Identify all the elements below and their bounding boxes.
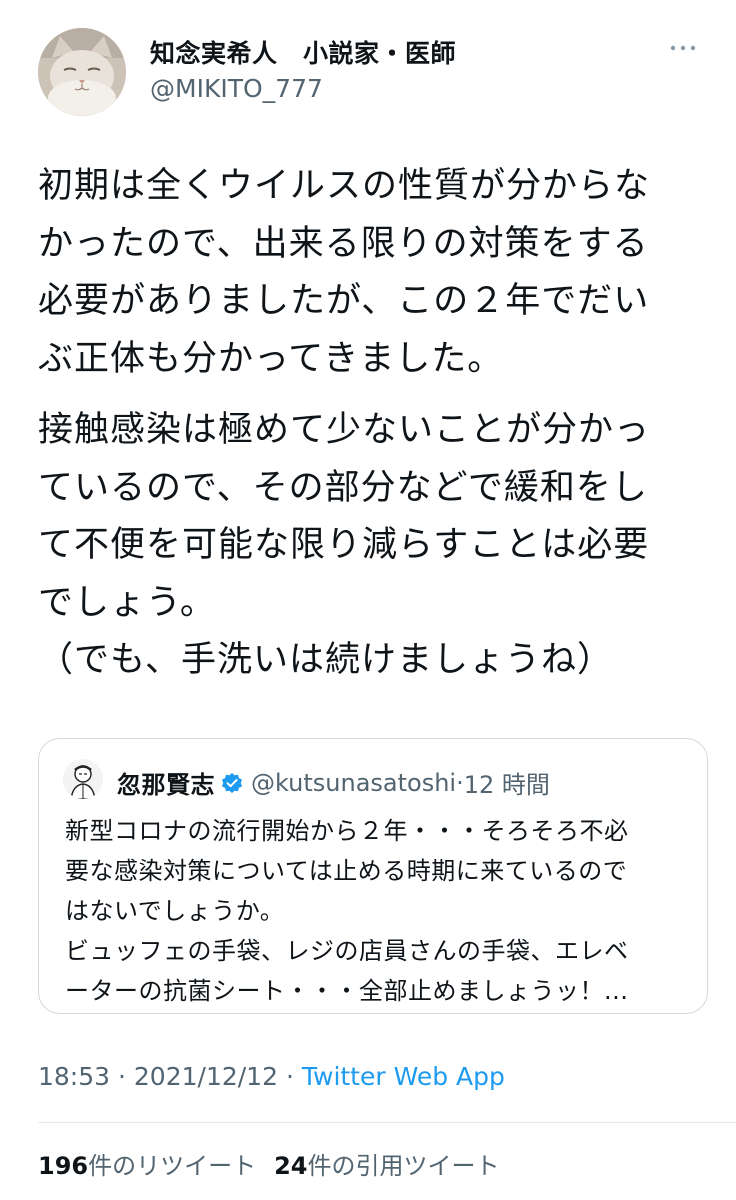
quoted-tweet[interactable]: 忽那賢志 @kutsunasatoshi · 12 時間 新型コロナの流行開始か…	[38, 738, 708, 1014]
author-handle[interactable]: @MIKITO_777	[150, 74, 323, 103]
quoted-separator: ·	[456, 768, 464, 797]
tweet-date[interactable]: 2021/12/12	[134, 1062, 278, 1091]
tweet-meta: 18:53 · 2021/12/12 · Twitter Web App	[38, 1062, 505, 1091]
author-name[interactable]: 知念実希人 小説家・医師	[150, 34, 456, 70]
quoted-text: 新型コロナの流行開始から２年・・・そろそろ不必 要な感染対策については止める時期…	[65, 817, 629, 1005]
more-icon[interactable]	[668, 38, 698, 58]
tweet-time[interactable]: 18:53	[38, 1062, 110, 1091]
quoted-time: 12 時間	[463, 771, 550, 799]
divider	[38, 1122, 736, 1123]
tweet-text: 初期は全くウイルスの性質が分からな かったので、出来る限りの対策をする 必要があ…	[38, 158, 708, 690]
tweet-stats: 196件のリツイート 24件の引用ツイート	[38, 1146, 500, 1181]
retweets-stat[interactable]: 196件のリツイート	[38, 1152, 256, 1180]
retweets-label: 件のリツイート	[88, 1152, 257, 1180]
quoted-header: 忽那賢志 @kutsunasatoshi · 12 時間	[117, 765, 550, 800]
quoted-author-avatar	[63, 759, 103, 799]
quoted-author-handle: @kutsunasatoshi	[251, 768, 457, 797]
verified-badge-icon	[221, 772, 243, 794]
author-avatar[interactable]	[38, 28, 126, 116]
quoted-author-name: 忽那賢志	[117, 771, 215, 799]
quotes-label: 件の引用ツイート	[307, 1152, 500, 1180]
meta-separator-1: ·	[118, 1062, 126, 1091]
meta-separator-2: ·	[285, 1062, 294, 1091]
tweet-source[interactable]: Twitter Web App	[302, 1062, 505, 1091]
quotes-count: 24	[274, 1152, 308, 1180]
tweet-paragraph-2: 接触感染は極めて少ないことが分かっ ているので、その部分などで緩和をし て不便を…	[38, 410, 651, 680]
tweet-header: 知念実希人 小説家・医師 @MIKITO_777	[38, 28, 698, 120]
quotes-stat[interactable]: 24件の引用ツイート	[274, 1152, 499, 1180]
tweet-paragraph-1: 初期は全くウイルスの性質が分からな かったので、出来る限りの対策をする 必要があ…	[38, 166, 651, 379]
retweets-count: 196	[38, 1152, 89, 1180]
